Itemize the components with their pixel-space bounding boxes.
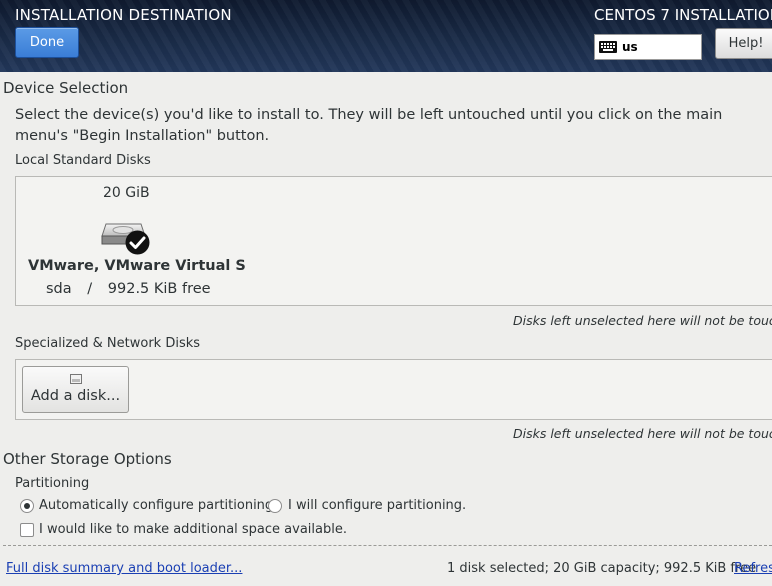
page-title: INSTALLATION DESTINATION (15, 6, 232, 24)
specialized-disks-heading: Specialized & Network Disks (15, 336, 201, 351)
keyboard-layout-indicator[interactable]: us (594, 34, 702, 60)
disk-summary-link[interactable]: Full disk summary and boot loader... (6, 561, 242, 576)
auto-partitioning-radio[interactable] (20, 499, 34, 513)
add-disk-label: Add a disk... (30, 388, 121, 404)
disk-device-info: sda / 992.5 KiB free (46, 281, 211, 297)
help-button[interactable]: Help! (715, 28, 772, 59)
add-disk-button[interactable]: Add a disk... (22, 366, 129, 413)
done-button[interactable]: Done (15, 27, 79, 58)
disk-size: 20 GiB (103, 185, 150, 201)
storage-status: 1 disk selected; 20 GiB capacity; 992.5 … (447, 561, 757, 576)
disk-name: VMware, VMware Virtual S (28, 258, 246, 274)
auto-partitioning-label[interactable]: Automatically configure partitioning. (39, 498, 277, 513)
disk-device: sda (46, 281, 72, 297)
local-disks-note: Disks left unselected here will not be t… (513, 313, 772, 328)
other-storage-heading: Other Storage Options (3, 450, 172, 468)
disk-separator: / (87, 281, 93, 297)
manual-partitioning-label[interactable]: I will configure partitioning. (288, 498, 466, 513)
additional-space-checkbox[interactable] (20, 523, 34, 537)
checkmark-icon (125, 230, 150, 255)
local-disks-heading: Local Standard Disks (15, 153, 151, 168)
disk-free: 992.5 KiB free (107, 281, 211, 297)
refresh-link[interactable]: Refresh (734, 561, 772, 576)
additional-space-label[interactable]: I would like to make additional space av… (39, 522, 347, 537)
device-selection-intro: Select the device(s) you'd like to insta… (15, 107, 723, 144)
disk-tile[interactable] (101, 214, 151, 255)
device-selection-heading: Device Selection (3, 79, 129, 97)
manual-partitioning-radio[interactable] (268, 499, 282, 513)
keyboard-icon (599, 41, 617, 53)
footer-divider (3, 545, 772, 546)
partitioning-heading: Partitioning (15, 476, 90, 491)
disk-add-icon (70, 374, 82, 384)
specialized-disks-note: Disks left unselected here will not be t… (513, 426, 772, 441)
keyboard-layout-label: us (622, 40, 638, 54)
product-title: CENTOS 7 INSTALLATION (594, 6, 772, 24)
